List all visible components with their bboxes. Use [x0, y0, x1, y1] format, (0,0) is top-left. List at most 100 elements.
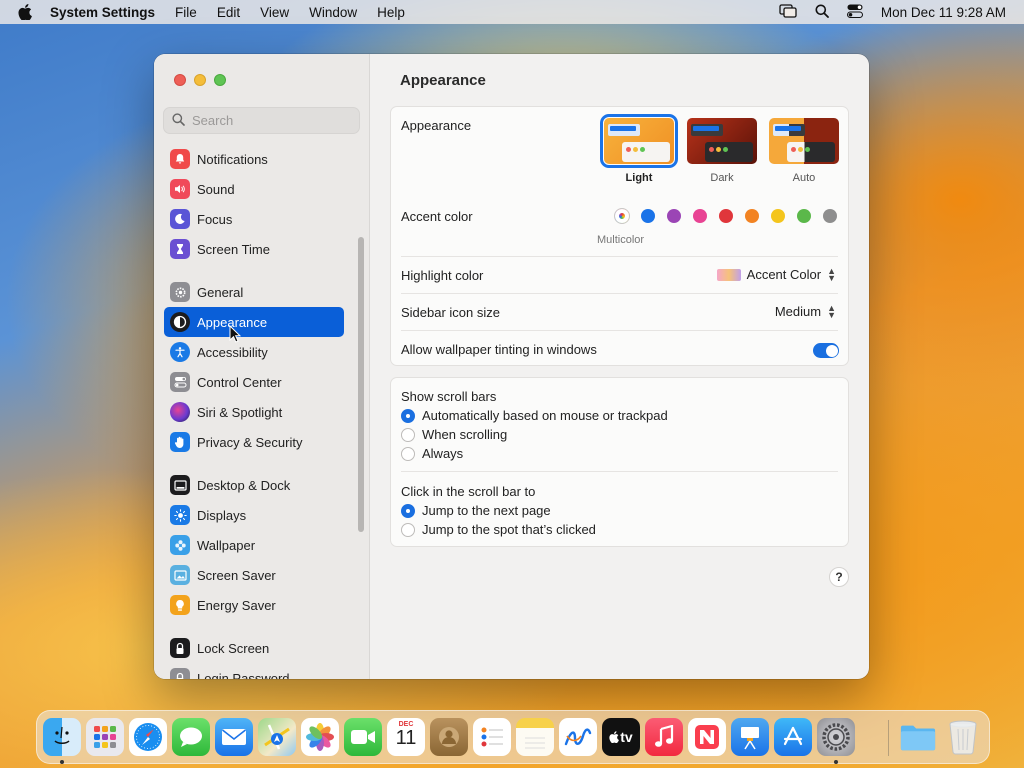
sidebar-item-label: Energy Saver: [197, 597, 276, 613]
sidebar-item-label: Desktop & Dock: [197, 477, 291, 493]
jump-spot-clicked-option[interactable]: Jump to the spot that’s clicked: [401, 522, 596, 537]
close-button[interactable]: [174, 74, 186, 86]
sidebar-item-siri-spotlight[interactable]: Siri & Spotlight: [164, 397, 344, 427]
menu-clock[interactable]: Mon Dec 11 9:28 AM: [881, 5, 1006, 20]
sidebar-item-label: Lock Screen: [197, 640, 270, 656]
sidebar-item-notifications[interactable]: Notifications: [164, 144, 344, 174]
spotlight-search-icon[interactable]: [815, 4, 829, 21]
sidebar-item-desktop-dock[interactable]: Desktop & Dock: [164, 470, 344, 500]
lock-icon: [170, 638, 190, 658]
notes-icon[interactable]: [516, 718, 554, 756]
accent-multicolor-swatch[interactable]: [615, 209, 629, 223]
highlight-color-popup[interactable]: Accent Color ▲ ▼: [716, 266, 836, 282]
launchpad-icon[interactable]: [86, 718, 124, 756]
photos-icon[interactable]: [301, 718, 339, 756]
scroll-when-scrolling-option[interactable]: When scrolling: [401, 427, 507, 442]
sidebar-item-privacy-security[interactable]: Privacy & Security: [164, 427, 344, 457]
accent-blue-swatch[interactable]: [641, 209, 655, 223]
tv-icon[interactable]: tv: [602, 718, 640, 756]
minimize-button[interactable]: [194, 74, 206, 86]
window-menu[interactable]: Window: [309, 5, 357, 20]
apple-menu-icon[interactable]: [18, 4, 32, 20]
sidebar-item-screen-saver[interactable]: Screen Saver: [164, 560, 344, 590]
help-menu[interactable]: Help: [377, 5, 405, 20]
control-center-menu-icon[interactable]: [846, 4, 863, 21]
sidebar-icon-size-popup[interactable]: Medium ▲ ▼: [775, 303, 836, 319]
scroll-always-option[interactable]: Always: [401, 446, 463, 461]
radio-button[interactable]: [401, 503, 415, 518]
highlight-swatch: [716, 268, 741, 281]
radio-button[interactable]: [401, 522, 415, 537]
accent-caption: Multicolor: [597, 234, 645, 246]
sidebar-scrollbar[interactable]: [358, 237, 364, 532]
sidebar-item-lock-screen[interactable]: Lock Screen: [164, 633, 344, 663]
radio-button[interactable]: [401, 427, 415, 442]
appearance-dark-option[interactable]: [687, 118, 757, 164]
screensaver-icon: [170, 565, 190, 585]
finder-icon[interactable]: [43, 718, 81, 756]
sidebar-item-displays[interactable]: Displays: [164, 500, 344, 530]
mail-icon[interactable]: [215, 718, 253, 756]
search-input[interactable]: [192, 113, 352, 128]
app-store-icon[interactable]: [774, 718, 812, 756]
accent-yellow-swatch[interactable]: [771, 209, 785, 223]
search-field[interactable]: [163, 107, 360, 134]
sidebar-item-appearance[interactable]: Appearance: [164, 307, 344, 337]
facetime-icon[interactable]: [344, 718, 382, 756]
gear-icon: [170, 282, 190, 302]
tv-label: tv: [620, 729, 633, 745]
zoom-button[interactable]: [214, 74, 226, 86]
view-menu[interactable]: View: [260, 5, 289, 20]
accent-orange-swatch[interactable]: [745, 209, 759, 223]
sidebar-item-general[interactable]: General: [164, 277, 344, 307]
app-menu[interactable]: System Settings: [50, 5, 155, 20]
help-button[interactable]: ?: [829, 567, 849, 587]
reminders-icon[interactable]: [473, 718, 511, 756]
radio-button[interactable]: [401, 446, 415, 461]
music-icon[interactable]: [645, 718, 683, 756]
sidebar-item-sound[interactable]: Sound: [164, 174, 344, 204]
accent-red-swatch[interactable]: [719, 209, 733, 223]
scroll-always-label: Always: [422, 446, 464, 461]
radio-button[interactable]: [401, 408, 415, 423]
edit-menu[interactable]: Edit: [217, 5, 240, 20]
calendar-icon[interactable]: DEC 11: [387, 718, 425, 756]
contacts-icon[interactable]: [430, 718, 468, 756]
sidebar-item-login-password[interactable]: Login Password: [164, 663, 344, 679]
menu-bar: System Settings File Edit View Window He…: [0, 0, 1024, 24]
accessibility-icon: [170, 342, 190, 362]
accent-graphite-swatch[interactable]: [823, 209, 837, 223]
appearance-auto-option[interactable]: [769, 118, 839, 164]
sidebar-item-wallpaper[interactable]: Wallpaper: [164, 530, 344, 560]
wallpaper-tinting-toggle[interactable]: [813, 343, 839, 358]
accent-pink-swatch[interactable]: [693, 209, 707, 223]
sidebar-item-energy-saver[interactable]: Energy Saver: [164, 590, 344, 620]
messages-icon[interactable]: [172, 718, 210, 756]
system-settings-window: Notifications Sound Focus: [154, 54, 869, 679]
control-center-icon: [170, 372, 190, 392]
accent-purple-swatch[interactable]: [667, 209, 681, 223]
hand-icon: [170, 432, 190, 452]
mouse-pointer-icon: [229, 325, 241, 343]
scroll-automatic-option[interactable]: Automatically based on mouse or trackpad: [401, 408, 668, 423]
jump-next-page-option[interactable]: Jump to the next page: [401, 503, 551, 518]
trash-icon[interactable]: [944, 718, 982, 756]
sidebar-item-accessibility[interactable]: Accessibility: [164, 337, 344, 367]
sidebar-item-label: Focus: [197, 211, 233, 227]
sidebar-item-control-center[interactable]: Control Center: [164, 367, 344, 397]
sidebar-item-focus[interactable]: Focus: [164, 204, 344, 234]
news-icon[interactable]: [688, 718, 726, 756]
accent-green-swatch[interactable]: [797, 209, 811, 223]
screen-mirroring-icon[interactable]: [779, 3, 797, 21]
sidebar-list: Notifications Sound Focus Screen Time Ge…: [164, 144, 344, 679]
maps-icon[interactable]: [258, 718, 296, 756]
sidebar-item-screen-time[interactable]: Screen Time: [164, 234, 344, 264]
safari-icon[interactable]: [129, 718, 167, 756]
freeform-icon[interactable]: [559, 718, 597, 756]
divider: [401, 256, 838, 257]
file-menu[interactable]: File: [175, 5, 197, 20]
system-settings-icon[interactable]: [817, 718, 855, 756]
appearance-light-option[interactable]: [600, 114, 678, 168]
keynote-icon[interactable]: [731, 718, 769, 756]
folder-icon[interactable]: [899, 718, 937, 756]
